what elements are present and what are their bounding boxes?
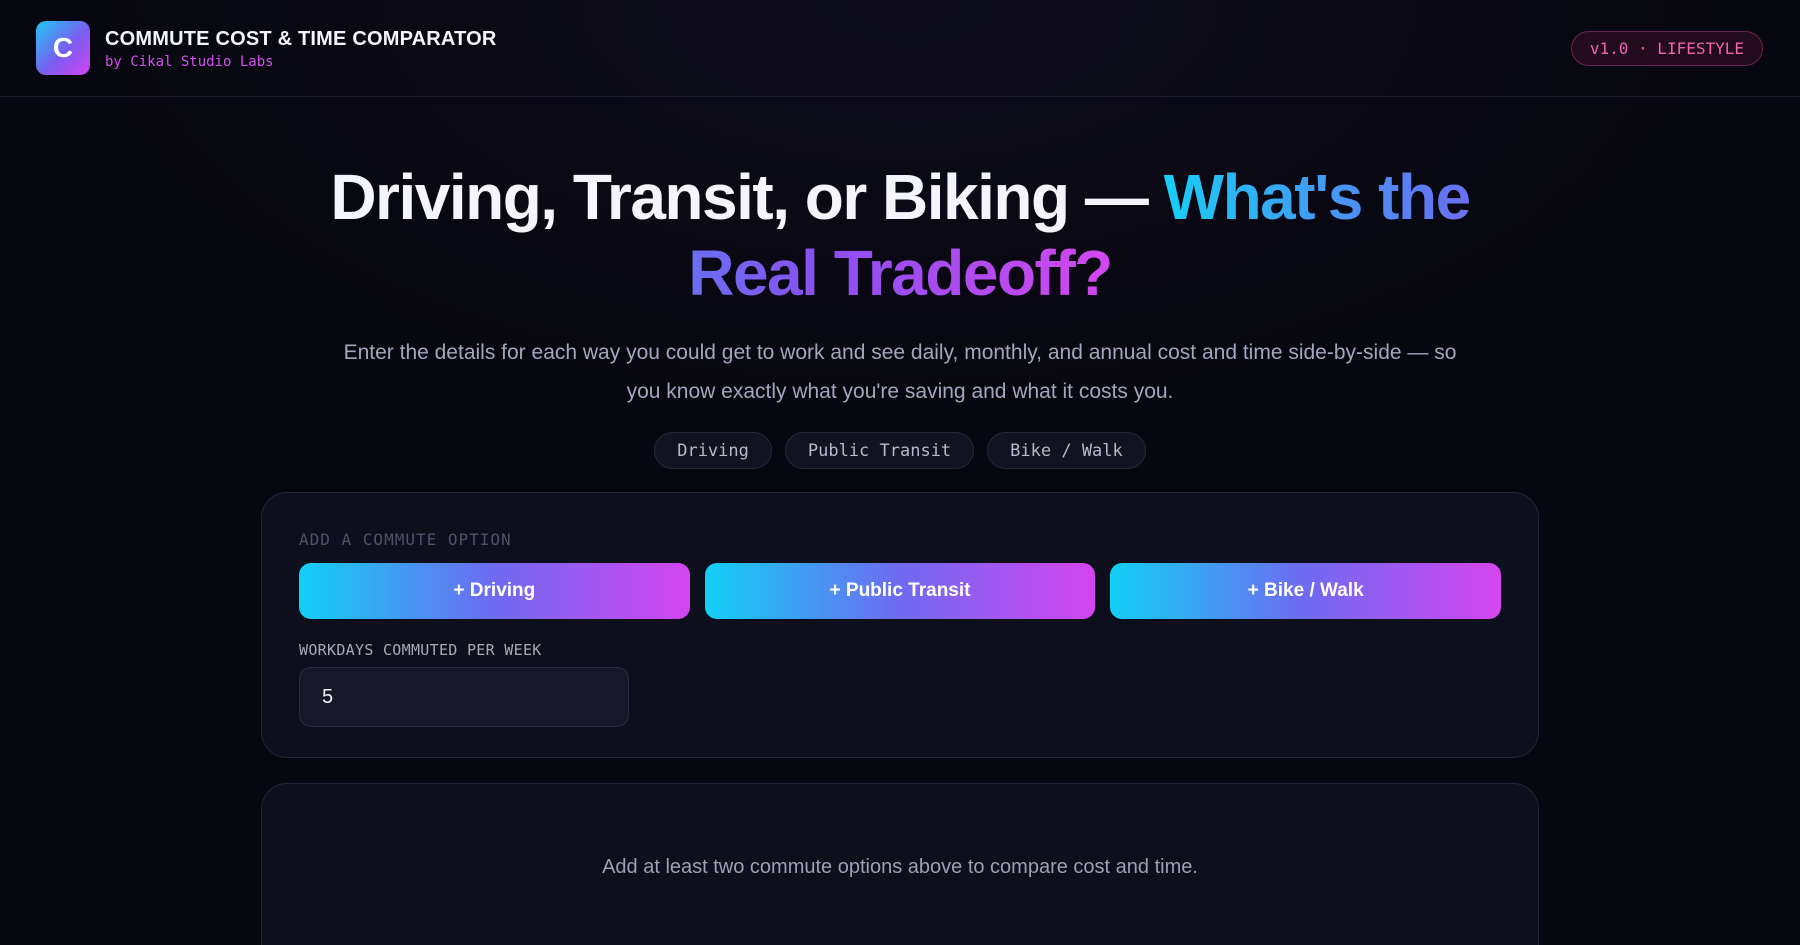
add-public-transit-button[interactable]: + Public Transit [704, 563, 1096, 619]
empty-results-message: Add at least two commute options above t… [602, 856, 1198, 878]
add-commute-panel: ADD A COMMUTE OPTION + Driving + Public … [261, 492, 1539, 758]
brand: COMMUTE COST & TIME COMPARATOR by Cikal … [105, 27, 497, 70]
chip-driving: Driving [654, 432, 772, 469]
app-header: C COMMUTE COST & TIME COMPARATOR by Cika… [0, 0, 1800, 97]
add-bike-walk-button[interactable]: + Bike / Walk [1110, 563, 1502, 619]
logo-letter: C [52, 32, 74, 63]
add-commute-label: ADD A COMMUTE OPTION [299, 530, 512, 549]
results-panel: Add at least two commute options above t… [261, 783, 1539, 945]
chip-bike-walk: Bike / Walk [987, 432, 1146, 469]
workdays-input[interactable] [299, 667, 629, 727]
chip-public-transit: Public Transit [784, 432, 975, 469]
hero: Driving, Transit, or Biking — What's the… [0, 159, 1800, 469]
app-subtitle: by Cikal Studio Labs [105, 53, 274, 70]
app-page: C COMMUTE COST & TIME COMPARATOR by Cika… [0, 0, 1800, 945]
add-driving-button[interactable]: + Driving [299, 563, 690, 619]
app-title: COMMUTE COST & TIME COMPARATOR [105, 27, 497, 50]
add-buttons-row: + Driving + Public Transit + Bike / Walk [299, 563, 1502, 619]
version-badge: v1.0 · LIFESTYLE [1570, 31, 1763, 66]
title-plain: Driving, Transit, or Biking — [330, 161, 1164, 233]
page-title: Driving, Transit, or Biking — What's the… [325, 159, 1475, 311]
mode-chips: Driving Public Transit Bike / Walk [0, 432, 1800, 469]
workdays-label: WORKDAYS COMMUTED PER WEEK [299, 641, 542, 659]
app-logo: C [36, 21, 90, 75]
page-description: Enter the details for each way you could… [343, 341, 1457, 403]
